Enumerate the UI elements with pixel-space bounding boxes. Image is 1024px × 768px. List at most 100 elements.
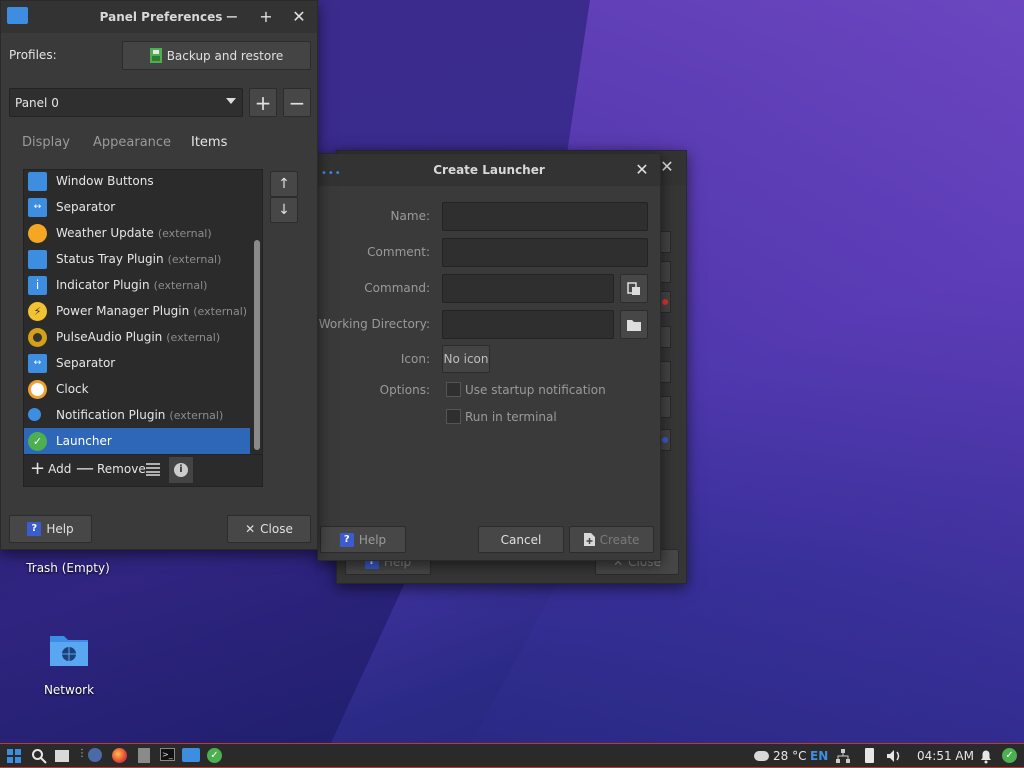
add-item-button[interactable]: + Add — [30, 458, 71, 479]
startup-notification-label[interactable]: Use startup notification — [465, 383, 606, 397]
taskbar: ⋮ >_ ✓ 28 °C EN 04:51 AM ✓ — [0, 743, 1024, 768]
network-browser-icon[interactable] — [88, 748, 104, 764]
workdir-label: Working Directory: — [318, 317, 430, 331]
items-list[interactable]: Window Buttons ↔ Separator Weather Updat… — [23, 169, 263, 455]
firefox-icon[interactable] — [112, 748, 128, 764]
start-menu-icon[interactable] — [6, 748, 22, 764]
file-browse-icon — [627, 281, 640, 295]
workdir-input[interactable] — [442, 310, 614, 339]
move-up-button[interactable]: ↑ — [270, 171, 298, 197]
about-item-button[interactable]: i — [168, 456, 194, 484]
new-file-icon — [583, 533, 595, 546]
list-item[interactable]: ↔ Separator — [24, 194, 250, 220]
remove-panel-button[interactable]: − — [283, 88, 311, 117]
close-icon[interactable]: ✕ — [289, 7, 309, 27]
launcher-tray-icon[interactable]: ✓ — [1002, 748, 1018, 764]
terminal-icon[interactable]: >_ — [160, 748, 176, 764]
command-input[interactable] — [442, 274, 614, 303]
run-in-terminal-checkbox[interactable] — [446, 409, 461, 424]
power-manager-icon: ⚡ — [28, 302, 47, 321]
list-preferences-icon[interactable] — [146, 462, 160, 476]
workdir-browse-button[interactable] — [620, 310, 648, 339]
clock-text[interactable]: 04:51 AM — [917, 749, 974, 763]
name-label: Name: — [390, 209, 430, 223]
list-item[interactable]: Clock — [24, 376, 250, 402]
keyboard-layout-text[interactable]: EN — [810, 749, 828, 763]
list-item[interactable]: ↔ Separator — [24, 350, 250, 376]
status-tray-icon — [28, 250, 47, 269]
window-buttons-icon — [28, 172, 47, 191]
panel-select[interactable]: Panel 0 — [9, 88, 243, 117]
create-launcher-dialog: ••• Create Launcher ✕ Name: Comment: Com… — [317, 153, 661, 561]
command-browse-button[interactable] — [620, 274, 648, 303]
launcher-help-button[interactable]: ? Help — [320, 526, 406, 553]
minimize-icon[interactable]: − — [222, 7, 242, 27]
backup-restore-button[interactable]: Backup and restore — [122, 41, 311, 70]
notifications-bell-icon[interactable] — [978, 748, 994, 764]
icon-label: Icon: — [400, 352, 430, 366]
list-item[interactable]: Status Tray Plugin (external) — [24, 246, 250, 272]
create-launcher-title: Create Launcher — [433, 163, 545, 177]
network-tray-icon[interactable] — [835, 748, 851, 764]
indicator-icon: i — [28, 276, 47, 295]
tab-items[interactable]: Items — [191, 135, 227, 150]
list-item[interactable]: i Indicator Plugin (external) — [24, 272, 250, 298]
move-down-button[interactable]: ↓ — [270, 197, 298, 223]
cancel-button[interactable]: Cancel — [478, 526, 564, 553]
tab-display[interactable]: Display — [22, 135, 70, 150]
notification-icon — [28, 408, 41, 421]
panel-prefs-titlebar: Panel Preferences − + ✕ — [1, 1, 317, 33]
pulseaudio-icon — [28, 328, 47, 347]
tab-appearance[interactable]: Appearance — [93, 135, 171, 150]
arrow-up-icon: ↑ — [278, 176, 290, 192]
comment-input[interactable] — [442, 238, 648, 267]
plus-icon: + — [30, 458, 46, 479]
maximize-icon[interactable]: + — [256, 7, 276, 27]
list-item[interactable]: PulseAudio Plugin (external) — [24, 324, 250, 350]
network-folder-icon[interactable] — [48, 632, 90, 668]
items-toolbar: + Add — Remove i — [23, 455, 263, 487]
separator-icon: ↔ — [28, 198, 47, 217]
plus-icon: + — [254, 90, 272, 115]
add-panel-button[interactable]: + — [249, 88, 277, 117]
text-editor-icon[interactable] — [136, 748, 152, 764]
help-icon: ? — [27, 522, 42, 536]
close-button[interactable]: ✕ Close — [227, 515, 311, 543]
list-item[interactable]: Window Buttons — [24, 170, 250, 194]
file-manager-icon[interactable] — [55, 748, 71, 764]
clock-icon — [28, 380, 47, 399]
chevron-down-icon — [226, 98, 236, 104]
help-button[interactable]: ? Help — [9, 515, 92, 543]
task-separator-icon: ⋮ — [77, 748, 87, 759]
info-icon: i — [174, 463, 188, 477]
profiles-label: Profiles: — [9, 48, 57, 62]
panel-preferences-window: Panel Preferences − + ✕ Profiles: Backup… — [0, 0, 318, 550]
comment-label: Comment: — [367, 245, 430, 259]
list-scrollbar-thumb[interactable] — [254, 240, 260, 450]
help-icon: ? — [339, 532, 354, 547]
search-icon[interactable] — [31, 748, 47, 764]
command-label: Command: — [364, 281, 430, 295]
minus-icon: − — [288, 90, 306, 115]
battery-icon[interactable] — [862, 748, 878, 764]
run-in-terminal-label[interactable]: Run in terminal — [465, 410, 557, 424]
launcher-task-icon[interactable]: ✓ — [207, 748, 223, 764]
temperature-text[interactable]: 28 °C — [773, 749, 806, 763]
weather-tray-icon[interactable] — [754, 748, 770, 764]
create-button[interactable]: Create — [569, 526, 654, 553]
list-item[interactable]: Notification Plugin (external) — [24, 402, 250, 428]
list-item-selected[interactable]: ✓ Launcher — [24, 428, 250, 454]
list-item[interactable]: Weather Update (external) — [24, 220, 250, 246]
create-launcher-close-icon[interactable]: ✕ — [632, 160, 652, 180]
remove-item-button[interactable]: — Remove — [76, 460, 146, 478]
icon-picker-button[interactable]: No icon — [442, 345, 490, 373]
panel-prefs-task-icon[interactable] — [182, 748, 200, 764]
separator-icon: ↔ — [28, 354, 47, 373]
startup-notification-checkbox[interactable] — [446, 382, 461, 397]
list-item[interactable]: ⚡ Power Manager Plugin (external) — [24, 298, 250, 324]
network-label[interactable]: Network — [9, 683, 129, 697]
volume-icon[interactable] — [886, 748, 902, 764]
trash-label[interactable]: Trash (Empty) — [8, 561, 128, 575]
name-input[interactable] — [442, 202, 648, 231]
weather-icon — [28, 224, 47, 243]
